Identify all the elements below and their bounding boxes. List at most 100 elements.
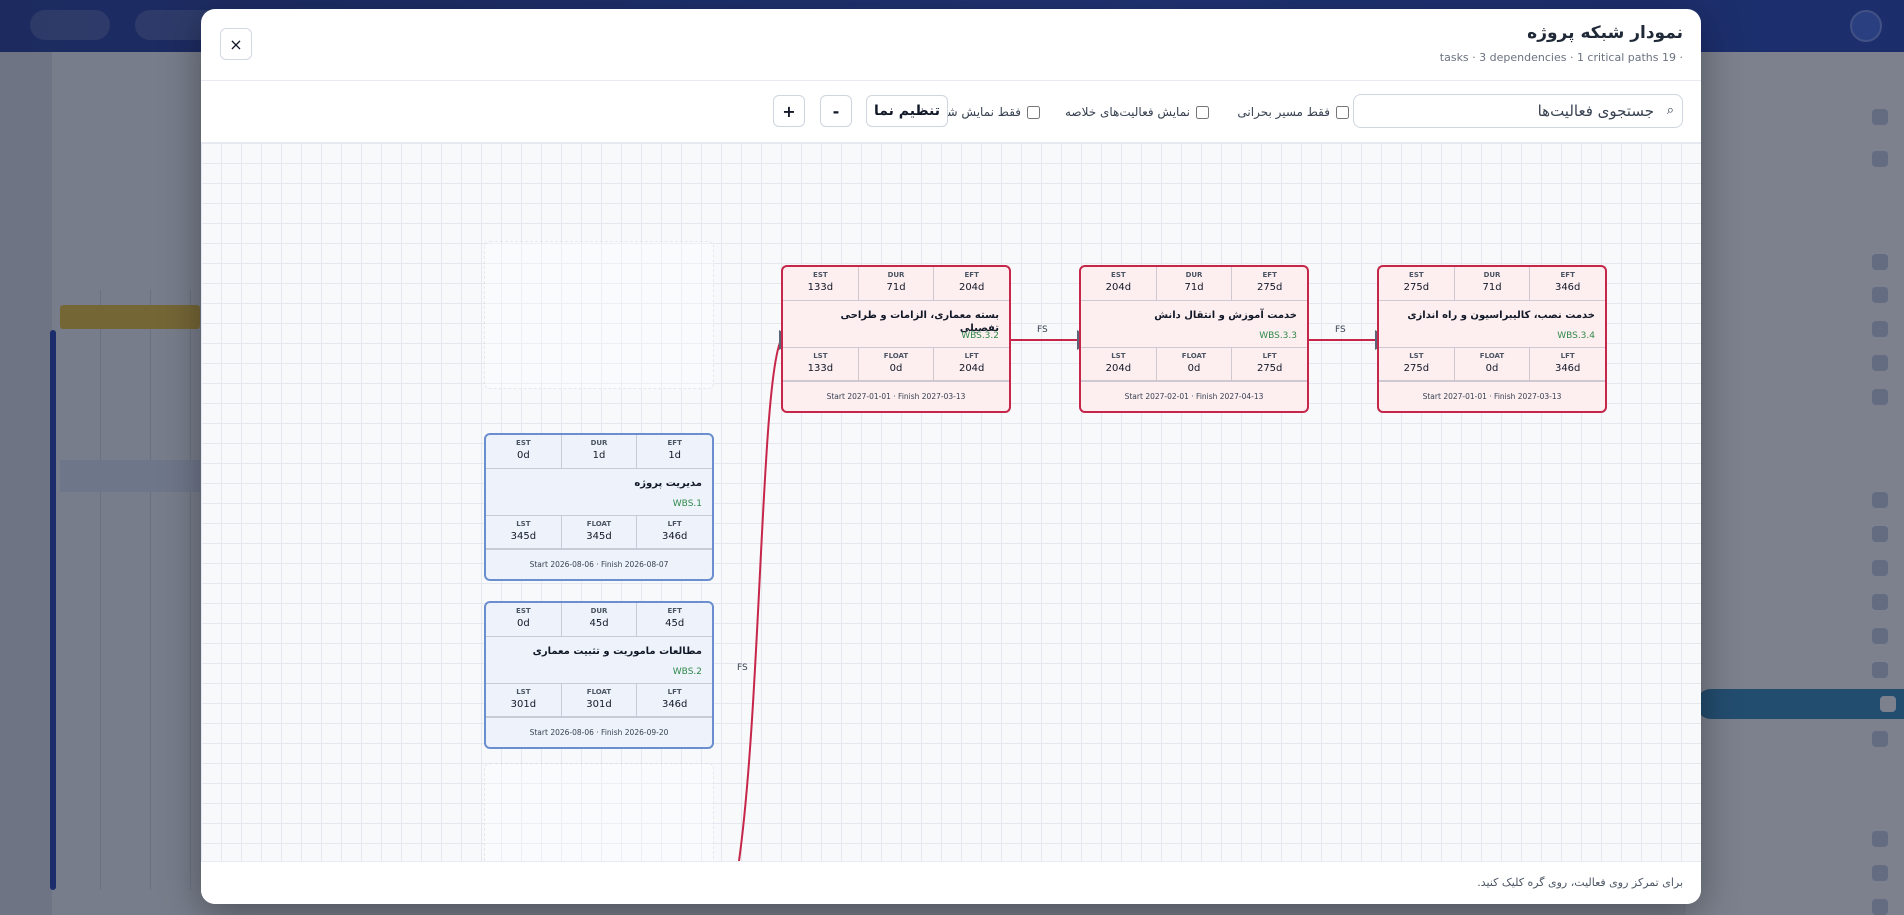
- lft-value: 346d: [661, 699, 688, 710]
- task-name: مطالعات ماموریت و تثبیت معماری: [532, 646, 702, 657]
- zoom-in-button[interactable]: +: [773, 95, 805, 127]
- node-cell-est: EST 204d: [1081, 267, 1157, 300]
- dur-value: 45d: [589, 618, 609, 629]
- task-name: مدیریت پروژه: [634, 478, 702, 489]
- lst-value: 275d: [1403, 363, 1430, 374]
- dur-label: DUR: [590, 439, 608, 447]
- est-label: EST: [813, 271, 828, 279]
- lft-value: 346d: [1554, 363, 1581, 374]
- zoom-out-button[interactable]: -: [820, 95, 852, 127]
- eft-label: EFT: [667, 607, 682, 615]
- task-node[interactable]: EST 0d DUR 45d EFT 45d مطالعات ماموریت و تث…: [484, 601, 714, 749]
- lst-value: 301d: [510, 699, 537, 710]
- node-top-row: EST 275d DUR 71d EFT 346d: [1379, 267, 1605, 301]
- est-label: EST: [1409, 271, 1424, 279]
- lft-label: LFT: [667, 520, 682, 528]
- task-dates: Start 2026-08-06 · Finish 2026-08-07: [486, 549, 712, 579]
- close-button[interactable]: ×: [220, 28, 252, 60]
- lft-value: 275d: [1256, 363, 1283, 374]
- node-cell-dur: DUR 45d: [562, 603, 638, 636]
- dur-value: 71d: [1184, 282, 1204, 293]
- task-dates: Start 2027-01-01 · Finish 2027-03-13: [783, 381, 1009, 411]
- node-cell-float: FLOAT 0d: [859, 348, 935, 380]
- task-wbs: WBS.3.4: [1557, 331, 1595, 341]
- lft-value: 346d: [661, 531, 688, 542]
- critical-only-label: فقط مسیر بحرانی: [1237, 105, 1330, 119]
- eft-value: 204d: [958, 282, 985, 293]
- dur-value: 71d: [886, 282, 906, 293]
- edge-line-dependency: [738, 339, 782, 861]
- node-cell-dur: DUR 71d: [859, 267, 935, 300]
- edge-type-label: FS: [1335, 325, 1346, 335]
- float-label: FLOAT: [1181, 352, 1207, 360]
- edge-type-label: FS: [737, 663, 748, 673]
- eft-value: 275d: [1256, 282, 1283, 293]
- node-cell-lst: LST 345d: [486, 516, 562, 548]
- lst-value: 204d: [1105, 363, 1132, 374]
- task-wbs: WBS.3.2: [961, 331, 999, 341]
- float-value: 0d: [1485, 363, 1499, 374]
- footer-hint: برای تمرکز روی فعالیت، روی گره کلیک کنید…: [1477, 876, 1683, 889]
- ghost-node: [484, 241, 714, 389]
- est-label: EST: [516, 607, 531, 615]
- search-box: ⌕: [1353, 94, 1683, 128]
- node-top-row: EST 0d DUR 1d EFT 1d: [486, 435, 712, 469]
- task-node-critical[interactable]: EST 133d DUR 71d EFT 204d بسته معماری، الزا…: [781, 265, 1011, 413]
- show-summary-label: نمایش فعالیت‌های خلاصه: [1064, 105, 1190, 119]
- eft-label: EFT: [964, 271, 979, 279]
- node-cell-est: EST 0d: [486, 435, 562, 468]
- node-bottom-row: LST 275d FLOAT 0d LFT 346d: [1379, 347, 1605, 381]
- dur-label: DUR: [590, 607, 608, 615]
- node-bottom-row: LST 345d FLOAT 345d LFT 346d: [486, 515, 712, 549]
- task-dates: Start 2026-08-06 · Finish 2026-09-20: [486, 717, 712, 747]
- show-summary-checkbox[interactable]: [1196, 105, 1209, 119]
- close-icon: ×: [229, 34, 243, 54]
- edge-type-label: FS: [1037, 325, 1048, 335]
- float-value: 301d: [586, 699, 612, 710]
- task-node[interactable]: EST 0d DUR 1d EFT 1d مدیریت پروژه WBS.1 LST…: [484, 433, 714, 581]
- node-cell-float: FLOAT 0d: [1455, 348, 1531, 380]
- lst-label: LST: [813, 352, 828, 360]
- node-cell-est: EST 275d: [1379, 267, 1455, 300]
- modal-title: نمودار شبکه پروژه: [1527, 23, 1683, 43]
- critical-only-toggle[interactable]: فقط مسیر بحرانی: [1237, 105, 1349, 119]
- task-wbs: WBS.1: [672, 499, 702, 509]
- diagram-canvas[interactable]: EST 133d DUR 71d EFT 204d بسته معماری، الزا…: [201, 143, 1701, 861]
- float-label: FLOAT: [883, 352, 909, 360]
- lst-label: LST: [516, 688, 531, 696]
- est-label: EST: [516, 439, 531, 447]
- task-dates: Start 2027-01-01 · Finish 2027-03-13: [1379, 381, 1605, 411]
- task-wbs: WBS.3.3: [1259, 331, 1297, 341]
- node-top-row: EST 133d DUR 71d EFT 204d: [783, 267, 1009, 301]
- critical-only-checkbox[interactable]: [1336, 105, 1349, 119]
- node-cell-lft: LFT 346d: [637, 516, 712, 548]
- task-node-critical[interactable]: EST 204d DUR 71d EFT 275d خدمت آموزش و انتق…: [1079, 265, 1309, 413]
- lst-value: 133d: [807, 363, 834, 374]
- node-top-row: EST 0d DUR 45d EFT 45d: [486, 603, 712, 637]
- node-cell-eft: EFT 45d: [637, 603, 712, 636]
- eft-label: EFT: [1262, 271, 1277, 279]
- task-name: خدمت نصب، کالیبراسیون و راه اندازی: [1407, 310, 1595, 321]
- lft-label: LFT: [667, 688, 682, 696]
- node-cell-lft: LFT 346d: [1530, 348, 1605, 380]
- fit-view-button[interactable]: تنظیم نما: [866, 95, 948, 127]
- ids-only-checkbox[interactable]: [1027, 105, 1040, 119]
- task-wbs: WBS.2: [672, 667, 702, 677]
- est-value: 275d: [1403, 282, 1430, 293]
- node-bottom-row: LST 301d FLOAT 301d LFT 346d: [486, 683, 712, 717]
- node-cell-float: FLOAT 345d: [562, 516, 638, 548]
- modal-summary: tasks · 3 dependencies · 1 critical path…: [1439, 51, 1683, 64]
- lst-value: 345d: [510, 531, 537, 542]
- show-summary-toggle[interactable]: نمایش فعالیت‌های خلاصه: [1065, 105, 1209, 119]
- modal-header: نمودار شبکه پروژه tasks · 3 dependencies…: [201, 9, 1701, 81]
- float-value: 0d: [889, 363, 903, 374]
- node-top-row: EST 204d DUR 71d EFT 275d: [1081, 267, 1307, 301]
- dur-value: 1d: [592, 450, 606, 461]
- task-node-critical[interactable]: EST 275d DUR 71d EFT 346d خدمت نصب، کالیبرا…: [1377, 265, 1607, 413]
- dur-label: DUR: [1185, 271, 1203, 279]
- search-input[interactable]: [1366, 95, 1656, 127]
- est-value: 0d: [516, 618, 530, 629]
- dur-value: 71d: [1482, 282, 1502, 293]
- node-cell-est: EST 133d: [783, 267, 859, 300]
- diagram-toolbar: ⌕ فقط مسیر بحرانی نمایش فعالیت‌های خلاصه…: [201, 81, 1701, 143]
